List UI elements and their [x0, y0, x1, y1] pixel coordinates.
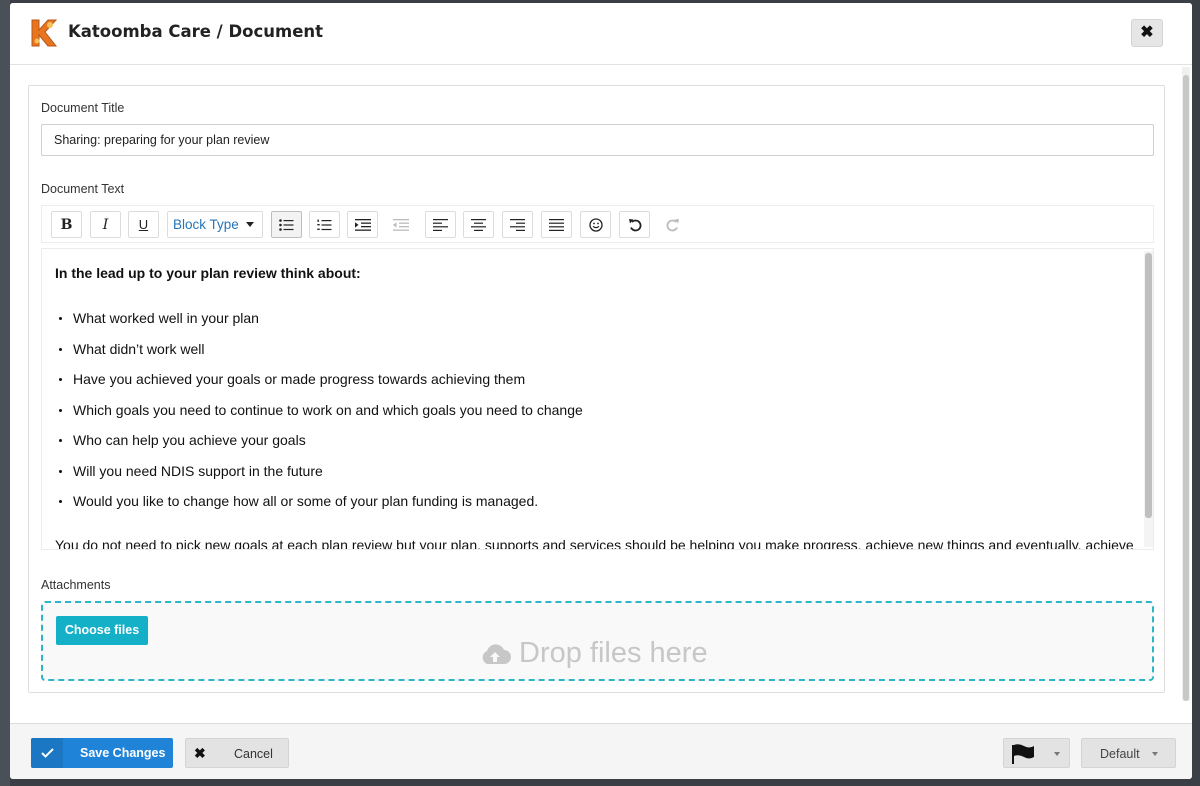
- unordered-list-icon: [279, 218, 294, 231]
- align-justify-icon: [549, 218, 564, 231]
- bold-icon: B: [60, 216, 73, 233]
- outdent-button[interactable]: [385, 211, 416, 238]
- choose-files-button[interactable]: Choose files: [56, 616, 148, 645]
- attachments-dropzone[interactable]: Choose files Drop files here: [41, 601, 1154, 681]
- indent-button[interactable]: [347, 211, 378, 238]
- redo-button[interactable]: [657, 211, 688, 238]
- editor-scrollbar-thumb[interactable]: [1145, 253, 1152, 518]
- modal-scrollbar-thumb[interactable]: [1183, 75, 1189, 701]
- editor-content[interactable]: In the lead up to your plan review think…: [55, 265, 1140, 550]
- outdent-icon: [392, 218, 409, 231]
- italic-button[interactable]: I: [90, 211, 121, 238]
- editor-toolbar: B I U Block Type: [41, 205, 1154, 243]
- document-title-input[interactable]: [41, 124, 1154, 156]
- default-dropdown-button[interactable]: Default: [1081, 738, 1176, 768]
- modal-scrollbar[interactable]: [1182, 67, 1190, 701]
- flag-dropdown-button[interactable]: [1003, 738, 1070, 768]
- editor-scrollbar[interactable]: [1144, 251, 1153, 547]
- close-icon: ✖: [1140, 24, 1154, 41]
- caret-down-icon: [1152, 752, 1158, 756]
- katoomba-logo-icon: [28, 17, 58, 49]
- document-text-label: Document Text: [41, 182, 125, 196]
- italic-icon: I: [102, 216, 109, 233]
- align-right-button[interactable]: [502, 211, 533, 238]
- modal-header: Katoomba Care / Document ✖: [10, 3, 1192, 65]
- align-right-icon: [510, 218, 525, 231]
- bold-button[interactable]: B: [51, 211, 82, 238]
- document-form-panel: Document Title Document Text B I U Block…: [28, 85, 1165, 693]
- block-type-label: Block Type: [173, 217, 239, 232]
- align-left-icon: [433, 218, 448, 231]
- ordered-list-icon: [317, 219, 332, 230]
- caret-down-icon: [246, 222, 254, 227]
- cancel-button[interactable]: ✖ Cancel: [185, 738, 289, 768]
- undo-button[interactable]: [619, 211, 650, 238]
- backdrop: [0, 0, 10, 786]
- list-item: What worked well in your plan: [55, 310, 1140, 341]
- ordered-list-button[interactable]: [309, 211, 340, 238]
- undo-icon: [628, 218, 641, 231]
- close-button[interactable]: ✖: [1131, 19, 1163, 47]
- cancel-label: Cancel: [234, 747, 273, 761]
- list-item: Which goals you need to continue to work…: [55, 402, 1140, 433]
- block-type-dropdown[interactable]: Block Type: [167, 211, 263, 238]
- check-icon: [31, 738, 63, 768]
- save-changes-button[interactable]: Save Changes: [31, 738, 173, 768]
- unordered-list-button[interactable]: [271, 211, 302, 238]
- default-label: Default: [1100, 747, 1140, 761]
- editor-paragraph: You do not need to pick new goals at eac…: [55, 536, 1134, 550]
- flag-icon: [1012, 744, 1034, 764]
- list-item: Would you like to change how all or some…: [55, 493, 1140, 524]
- document-title-label: Document Title: [41, 101, 125, 115]
- document-text-editor[interactable]: In the lead up to your plan review think…: [41, 248, 1154, 550]
- underline-icon: U: [138, 217, 149, 232]
- modal-title: Katoomba Care / Document: [68, 22, 324, 41]
- align-center-icon: [471, 218, 486, 231]
- redo-icon: [666, 218, 679, 231]
- close-icon: ✖: [194, 745, 206, 761]
- drop-files-label: Drop files here: [479, 637, 708, 670]
- save-changes-label: Save Changes: [80, 746, 166, 760]
- document-modal: Katoomba Care / Document ✖ Document Titl…: [10, 3, 1192, 779]
- emoji-icon: [588, 217, 603, 232]
- cloud-upload-icon: [482, 643, 511, 664]
- align-left-button[interactable]: [425, 211, 456, 238]
- align-center-button[interactable]: [463, 211, 494, 238]
- list-item: Have you achieved your goals or made pro…: [55, 371, 1140, 402]
- editor-heading: In the lead up to your plan review think…: [55, 265, 361, 281]
- align-justify-button[interactable]: [541, 211, 572, 238]
- emoji-button[interactable]: [580, 211, 611, 238]
- list-item: What didn’t work well: [55, 341, 1140, 372]
- underline-button[interactable]: U: [128, 211, 159, 238]
- caret-down-icon: [1054, 752, 1060, 756]
- editor-bullet-list: What worked well in your plan What didn’…: [55, 310, 1140, 524]
- list-item: Who can help you achieve your goals: [55, 432, 1140, 463]
- indent-icon: [354, 218, 371, 231]
- drop-files-text: Drop files here: [519, 637, 708, 669]
- modal-footer: Save Changes ✖ Cancel Default: [10, 723, 1192, 779]
- attachments-label: Attachments: [41, 578, 111, 592]
- list-item: Will you need NDIS support in the future: [55, 463, 1140, 494]
